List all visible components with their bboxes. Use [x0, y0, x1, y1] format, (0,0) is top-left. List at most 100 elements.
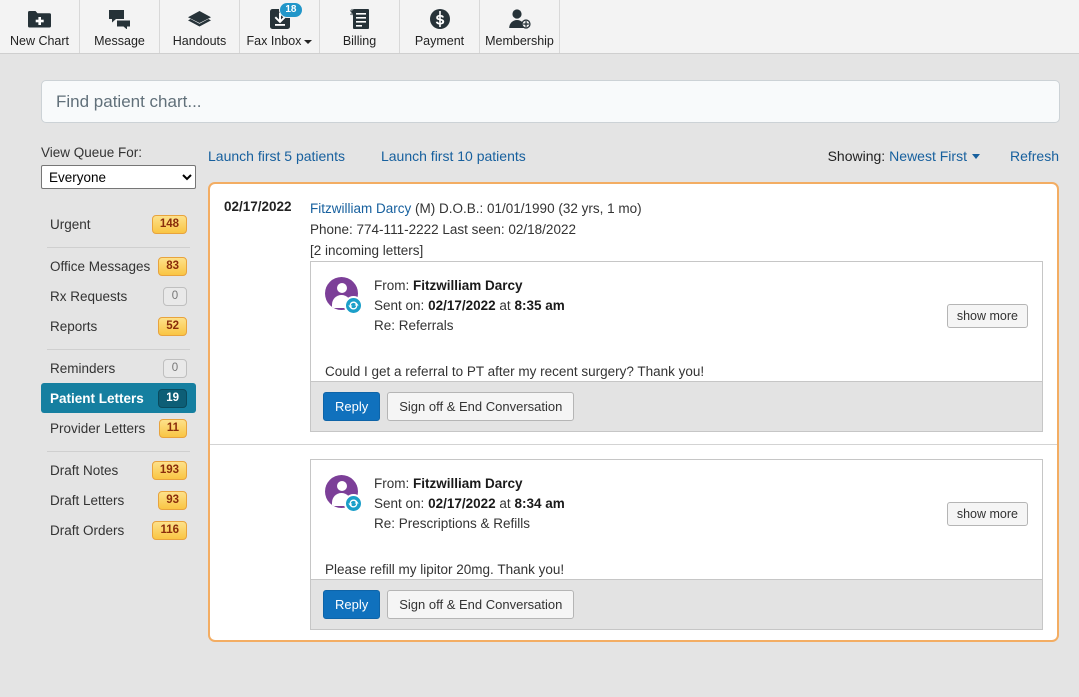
sidebar-item-label: Urgent [50, 217, 91, 232]
svg-text:$: $ [350, 8, 354, 17]
showing-label: Showing: [828, 148, 886, 164]
patient-details: Fitzwilliam Darcy (M) D.O.B.: 01/01/1990… [310, 198, 642, 261]
chevron-down-icon[interactable] [304, 40, 312, 44]
avatar-head-shape [337, 283, 347, 293]
sent-at-word: at [499, 496, 510, 511]
view-queue-label: View Queue For: [41, 145, 196, 160]
fax-inbox-badge: 18 [279, 2, 302, 18]
sidebar-item-count: 19 [158, 389, 187, 408]
toolbar-item-label: Message [94, 34, 145, 48]
avatar [325, 475, 362, 512]
page-layout: View Queue For: Everyone Urgent 148 Offi… [0, 123, 1079, 642]
sidebar-item-draft-notes[interactable]: Draft Notes 193 [41, 455, 196, 485]
message-subject: Re: Prescriptions & Refills [374, 514, 1028, 534]
from-name: Fitzwilliam Darcy [413, 278, 523, 293]
sidebar-item-count: 0 [163, 287, 187, 306]
chevron-down-icon [972, 154, 980, 159]
sent-time: 8:35 am [514, 298, 564, 313]
launch-first-5-link[interactable]: Launch first 5 patients [208, 148, 345, 164]
sent-date: 02/17/2022 [428, 496, 496, 511]
toolbar-item-label: Payment [415, 34, 464, 48]
search-bar-container [0, 54, 1079, 123]
toolbar-item-label: Billing [343, 34, 376, 48]
reply-button[interactable]: Reply [323, 590, 380, 619]
sidebar-item-label: Patient Letters [50, 391, 144, 406]
patient-phone-line: Phone: 774-111-2222 Last seen: 02/18/202… [310, 219, 642, 240]
reply-button[interactable]: Reply [323, 392, 380, 421]
message-actions: Reply Sign off & End Conversation [311, 579, 1042, 629]
message-body: From: Fitzwilliam Darcy Sent on: 02/17/2… [311, 262, 1042, 350]
toolbar-item-billing[interactable]: $ Billing [320, 0, 400, 53]
patient-queue-date: 02/17/2022 [224, 198, 310, 261]
sidebar-divider [47, 446, 190, 452]
message-subject: Re: Referrals [374, 316, 1028, 336]
from-label: From: [374, 476, 409, 491]
queue-actions-bar: Launch first 5 patients Launch first 10 … [208, 145, 1059, 167]
sidebar-item-label: Rx Requests [50, 289, 127, 304]
message-fields: From: Fitzwilliam Darcy Sent on: 02/17/2… [374, 276, 1028, 336]
sent-date: 02/17/2022 [428, 298, 496, 313]
sidebar-item-provider-letters[interactable]: Provider Letters 11 [41, 413, 196, 443]
sidebar-item-rx-requests[interactable]: Rx Requests 0 [41, 281, 196, 311]
books-icon [187, 7, 212, 31]
message-text: Could I get a referral to PT after my re… [311, 350, 1042, 381]
speech-bubbles-icon [108, 7, 131, 31]
refresh-link[interactable]: Refresh [1010, 148, 1059, 164]
toolbar-item-message[interactable]: Message [80, 0, 160, 53]
message-actions: Reply Sign off & End Conversation [311, 381, 1042, 431]
toolbar-item-label: Fax Inbox [247, 34, 313, 48]
patient-name-link[interactable]: Fitzwilliam Darcy [310, 201, 411, 216]
message-text: Please refill my lipitor 20mg. Thank you… [311, 548, 1042, 579]
sidebar-item-urgent[interactable]: Urgent 148 [41, 209, 196, 239]
sync-badge-icon [344, 296, 363, 315]
main-content: Launch first 5 patients Launch first 10 … [208, 145, 1059, 642]
toolbar-item-new-chart[interactable]: New Chart [0, 0, 80, 53]
message-sent-line: Sent on: 02/17/2022 at 8:35 am [374, 296, 1028, 316]
sidebar-item-count: 52 [158, 317, 187, 336]
sidebar-item-label: Provider Letters [50, 421, 145, 436]
sync-badge-icon [344, 494, 363, 513]
sort-order-dropdown[interactable]: Newest First [889, 148, 980, 164]
view-queue-select[interactable]: Everyone [41, 165, 196, 189]
sidebar-item-draft-letters[interactable]: Draft Letters 93 [41, 485, 196, 515]
sidebar-item-office-messages[interactable]: Office Messages 83 [41, 251, 196, 281]
search-input[interactable] [41, 80, 1060, 123]
sidebar-item-label: Draft Orders [50, 523, 124, 538]
toolbar-item-label: Handouts [173, 34, 227, 48]
sent-label: Sent on: [374, 496, 424, 511]
person-plus-icon [508, 7, 532, 31]
show-more-button[interactable]: show more [947, 502, 1028, 526]
message-card: From: Fitzwilliam Darcy Sent on: 02/17/2… [310, 261, 1043, 432]
dollar-coin-icon: S [429, 7, 451, 31]
from-name: Fitzwilliam Darcy [413, 476, 523, 491]
message-from-line: From: Fitzwilliam Darcy [374, 474, 1028, 494]
sent-at-word: at [499, 298, 510, 313]
patient-header: 02/17/2022 Fitzwilliam Darcy (M) D.O.B.:… [210, 198, 1057, 261]
toolbar-item-payment[interactable]: S Payment [400, 0, 480, 53]
message-body: From: Fitzwilliam Darcy Sent on: 02/17/2… [311, 460, 1042, 548]
from-label: From: [374, 278, 409, 293]
message-wrapper: From: Fitzwilliam Darcy Sent on: 02/17/2… [210, 459, 1057, 630]
sidebar-divider [47, 242, 190, 248]
sidebar-item-count: 116 [152, 521, 187, 540]
sidebar-item-count: 148 [152, 215, 187, 234]
sidebar: View Queue For: Everyone Urgent 148 Offi… [41, 145, 208, 642]
sign-off-end-conversation-button[interactable]: Sign off & End Conversation [387, 590, 574, 619]
sidebar-item-reminders[interactable]: Reminders 0 [41, 353, 196, 383]
sign-off-end-conversation-button[interactable]: Sign off & End Conversation [387, 392, 574, 421]
sidebar-item-draft-orders[interactable]: Draft Orders 116 [41, 515, 196, 545]
sidebar-item-patient-letters[interactable]: Patient Letters 19 [41, 383, 196, 413]
launch-first-10-link[interactable]: Launch first 10 patients [381, 148, 526, 164]
toolbar-item-fax-inbox[interactable]: 18 Fax Inbox [240, 0, 320, 53]
avatar [325, 277, 362, 314]
sidebar-item-label: Office Messages [50, 259, 150, 274]
show-more-button[interactable]: show more [947, 304, 1028, 328]
toolbar-item-label: Membership [485, 34, 554, 48]
sidebar-item-label: Reminders [50, 361, 115, 376]
invoice-icon: $ [350, 7, 369, 31]
toolbar-item-handouts[interactable]: Handouts [160, 0, 240, 53]
sidebar-item-reports[interactable]: Reports 52 [41, 311, 196, 341]
sidebar-item-label: Draft Letters [50, 493, 124, 508]
sidebar-item-count: 0 [163, 359, 187, 378]
toolbar-item-membership[interactable]: Membership [480, 0, 560, 53]
